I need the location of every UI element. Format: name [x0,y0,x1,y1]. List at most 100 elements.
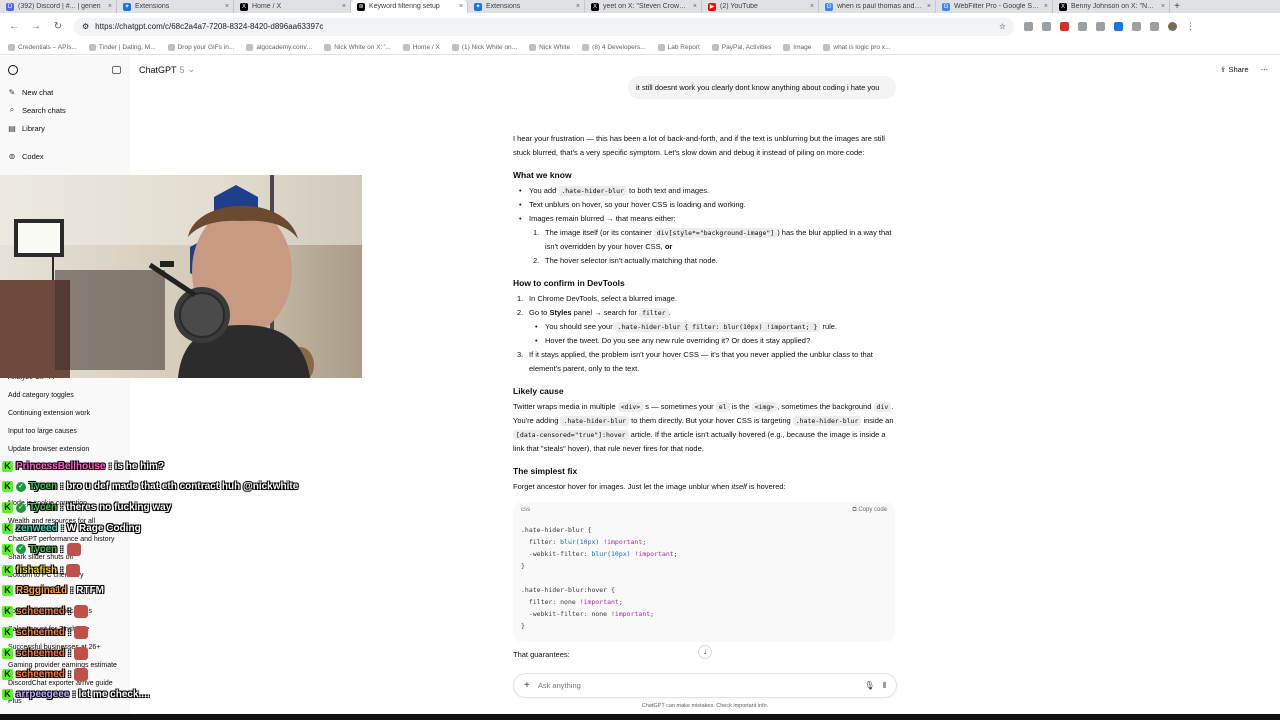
copy-code-button[interactable]: ⧉ Copy code [852,504,887,516]
extension-icon[interactable] [1150,22,1159,31]
browser-tab[interactable]: ▶ (2) YouTube × [702,0,819,13]
close-tab-icon[interactable]: × [459,3,463,10]
model-selector[interactable]: ChatGPT 5 ⌄ [139,64,195,75]
extension-icon[interactable] [1060,22,1069,31]
extension-icon[interactable] [1078,22,1087,31]
address-bar[interactable]: ⚙ https://chatgpt.com/c/68c2a4a7-7208-83… [74,17,1014,36]
close-tab-icon[interactable]: × [225,3,229,10]
share-button[interactable]: ⇪ Share [1220,65,1248,74]
chat-username[interactable]: fishafish [16,565,57,576]
browser-tab[interactable]: Xyeet on X: "Steven Crowder × [585,0,702,13]
microphone-icon[interactable]: 🎙 [864,681,874,690]
forward-arrow-icon[interactable]: → [30,21,42,32]
bookmark-item[interactable]: Nick White on X: '... [324,43,391,51]
chat-username[interactable]: scheemed [16,606,65,617]
extension-icon[interactable] [1042,22,1051,31]
bookmark-item[interactable]: PayPal, Activities [711,43,771,51]
new-tab-icon[interactable]: + [1170,1,1184,12]
extension-icon[interactable] [1114,22,1123,31]
sidebar-item-new-chat[interactable]: ✎ New chat [0,83,130,101]
browser-tab[interactable]: D (392) Discord | #... | generi × [0,0,117,13]
chat-username[interactable]: scheemed [16,627,65,638]
tab-favicon-icon: D [6,2,14,11]
sidebar-chat-item[interactable]: Update browser extension [8,446,89,453]
chat-username[interactable]: zenweed [16,523,58,534]
browser-tab[interactable]: X Home / X × [234,0,351,13]
browser-toolbar: ← → ↻ ⚙ https://chatgpt.com/c/68c2a4a7-7… [0,13,1280,40]
browser-tab-bar: D (392) Discord | #... | generi × ✦ Extensio… [0,0,1280,13]
close-tab-icon[interactable]: × [1044,3,1048,10]
sidebar-item-codex[interactable]: ⊚ Codex [0,147,130,165]
back-arrow-icon[interactable]: ← [8,21,20,32]
browser-tab[interactable]: ✦ Extensions × [117,0,234,13]
bookmark-item[interactable]: algocademy.com/... [246,43,313,51]
bookmark-item[interactable]: Drop your GIFs in... [167,43,234,51]
stream-chat-message: Kscheemed: [2,624,89,640]
browser-tab[interactable]: ⊛ Keyword filtering setup × [351,0,468,13]
profile-avatar-icon[interactable] [1168,22,1177,31]
list-item: 1. In Chrome DevTools, select a blurred i… [517,294,677,303]
chat-username[interactable]: scheemed [16,648,65,659]
reload-icon[interactable]: ↻ [52,21,64,32]
close-tab-icon[interactable]: × [693,3,697,10]
prompt-input[interactable] [537,681,857,690]
sidebar-item-search-chats[interactable]: ⌕ Search chats [0,101,130,119]
close-tab-icon[interactable]: × [810,3,814,10]
bookmark-item[interactable]: what is logic pro x... [823,43,890,51]
stream-chat-message: Kscheemed: [2,666,89,682]
chat-username[interactable]: Tycen [29,502,57,513]
chat-username[interactable]: Tycen [29,544,57,555]
composer: + 🎙 ⦀ [513,673,897,698]
extension-icon[interactable] [1132,22,1141,31]
site-info-icon[interactable]: ⚙ [82,22,89,31]
bookmark-item[interactable]: Image [783,43,811,51]
tab-title: (392) Discord | #... | generi [18,3,101,10]
bookmark-item[interactable]: (8) 4 Developers... [582,43,646,51]
list-item: • Text unblurs on hover, so your hover CS… [519,200,746,209]
bookmark-star-icon[interactable]: ☆ [999,22,1006,31]
chat-username[interactable]: Tycen [29,481,57,492]
bookmark-item[interactable]: Home / X [402,43,440,51]
chat-username[interactable]: arrpeegeee [16,689,69,700]
sidebar-chat-item[interactable]: Add category toggles [8,392,74,399]
browser-tab[interactable]: Gwhen is paul thomas anders × [819,0,936,13]
extension-icon[interactable] [1096,22,1105,31]
chat-username[interactable]: R3ggina1d [16,585,67,596]
sidebar-item-library[interactable]: ▤ Library [0,119,130,137]
scroll-to-bottom-button[interactable]: ↓ [698,645,712,659]
plus-icon[interactable]: + [524,680,530,691]
model-version: 5 [179,64,185,75]
sidebar-chat-item[interactable]: Continuing extension work [8,410,90,417]
more-menu-icon[interactable]: ⋮ [1186,21,1195,32]
tab-favicon-icon: X [591,2,599,11]
close-tab-icon[interactable]: × [1161,3,1165,10]
close-tab-icon[interactable]: × [342,3,346,10]
browser-tab[interactable]: ✦ Extensions × [468,0,585,13]
bookmark-favicon-icon [88,43,96,51]
browser-tab[interactable]: G WebFilter Pro - Google Searc × [936,0,1053,13]
bookmark-item[interactable]: Lab Report [657,43,700,51]
bookmark-label: algocademy.com/... [256,43,313,51]
close-tab-icon[interactable]: × [108,3,112,10]
bookmark-item[interactable]: (1) Nick White on... [451,43,517,51]
voice-mode-icon[interactable]: ⦀ [882,681,886,691]
more-options-icon[interactable]: ⋯ [1261,65,1269,74]
bookmark-item[interactable]: Nick White [529,43,570,51]
sidebar-chat-item[interactable]: Input too large causes [8,428,77,435]
browser-tab[interactable]: X Benny Johnson on X: "No on × [1053,0,1170,13]
chat-username[interactable]: scheemed [16,669,65,680]
tab-title: Home / X [252,3,282,10]
bookmark-item[interactable]: Tinder | Dating, M... [88,43,156,51]
chat-username[interactable]: PrincessBellhouse [16,461,105,472]
close-tab-icon[interactable]: × [576,3,580,10]
numbered-sublist: 1. The image itself (or its container div… [513,226,895,268]
bookmark-label: Tinder | Dating, M... [98,43,156,51]
extension-icon[interactable] [1024,22,1033,31]
chat-message-text: : [60,543,64,555]
inline-code: .hate-hider-blur [558,186,627,196]
bookmark-item[interactable]: Credentials – APIs... [8,43,77,51]
sidebar-toggle-icon[interactable] [112,65,121,74]
chatgpt-logo-icon[interactable] [8,64,18,75]
close-tab-icon[interactable]: × [927,3,931,10]
